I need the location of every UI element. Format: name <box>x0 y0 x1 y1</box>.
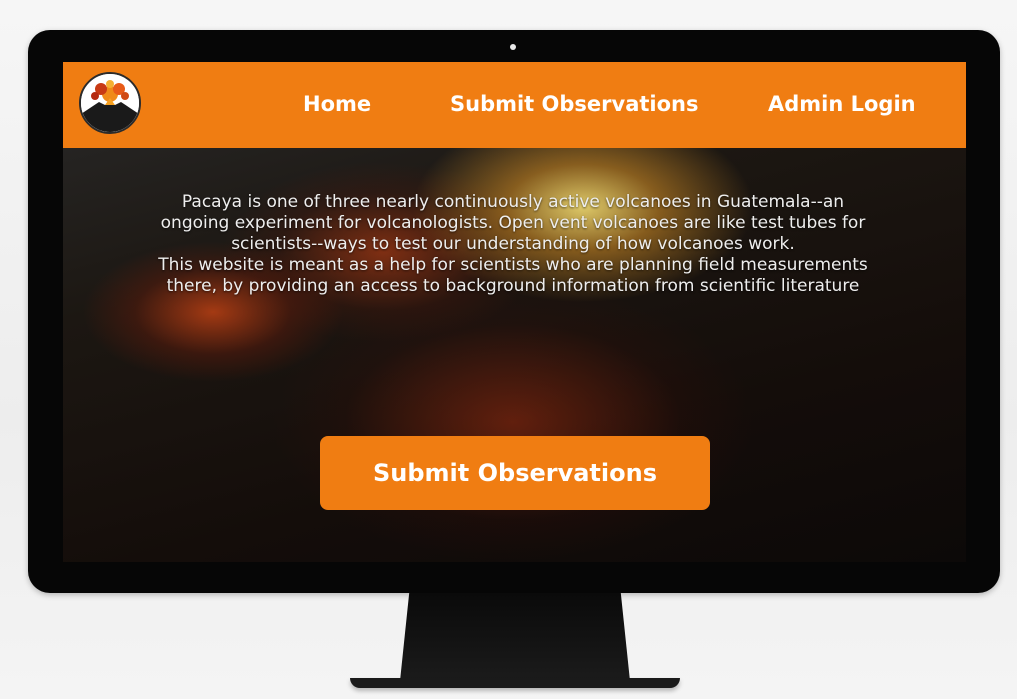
intro-paragraph: Pacaya is one of three nearly continuous… <box>160 192 866 254</box>
monitor-frame: Home Submit Observations Admin Login Pac… <box>28 30 1000 593</box>
submit-observations-button[interactable]: Submit Observations <box>320 436 710 510</box>
website-screen: Home Submit Observations Admin Login Pac… <box>63 62 966 562</box>
nav-home-link[interactable]: Home <box>303 90 371 118</box>
monitor-stand-base <box>350 678 680 688</box>
nav-submit-observations-link[interactable]: Submit Observations <box>450 90 699 118</box>
nav-admin-login-link[interactable]: Admin Login <box>768 90 916 118</box>
intro-text-block: Pacaya is one of three nearly continuous… <box>153 192 873 297</box>
volcano-eruption-logo-icon[interactable] <box>79 72 141 134</box>
monitor-stand <box>400 593 630 681</box>
intro-paragraph: This website is meant as a help for scie… <box>158 255 868 296</box>
webcam-dot <box>510 44 516 50</box>
top-navbar: Home Submit Observations Admin Login <box>63 62 966 148</box>
